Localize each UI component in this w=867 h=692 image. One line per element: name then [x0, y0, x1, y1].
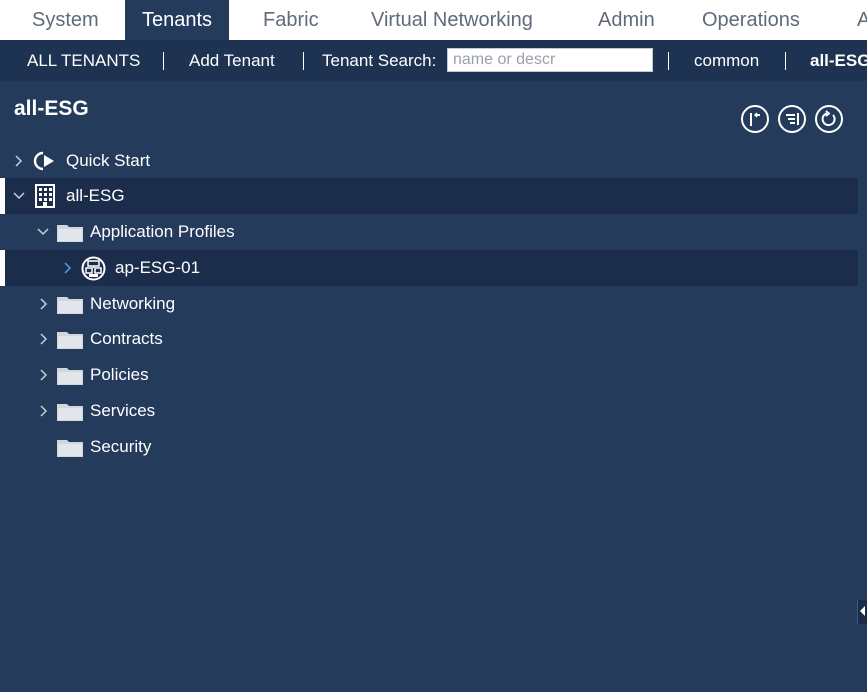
tab-operations[interactable]: Operations [702, 0, 800, 40]
tree-item-contracts[interactable]: Contracts [0, 321, 858, 357]
chevron-right-icon[interactable] [13, 155, 25, 167]
tenant-subnav: ALL TENANTS Add Tenant Tenant Search: co… [0, 40, 867, 81]
chevron-down-icon[interactable] [37, 226, 49, 238]
building-icon [35, 184, 55, 208]
all-tenants-link[interactable]: ALL TENANTS [27, 40, 140, 81]
tree-item-label: Services [90, 401, 156, 420]
tree-item-label: Quick Start [66, 151, 151, 170]
quick-start-icon [33, 151, 54, 171]
tab-virtual-networking[interactable]: Virtual Networking [371, 0, 533, 40]
tab-system[interactable]: System [32, 0, 99, 40]
tab-admin[interactable]: Admin [598, 0, 655, 40]
tree-item-application-profiles[interactable]: Application Profiles [0, 214, 858, 250]
folder-icon [57, 332, 83, 349]
tenant-search-label: Tenant Search: [322, 51, 437, 70]
tree-item-label: Networking [90, 294, 176, 313]
top-nav: System Tenants Fabric Virtual Networking… [0, 0, 867, 41]
tree-item-networking[interactable]: Networking [0, 286, 858, 322]
tree-item-quick-start[interactable]: Quick Start [0, 143, 858, 179]
chevron-right-icon[interactable] [38, 369, 50, 381]
tab-tenants[interactable]: Tenants [125, 0, 230, 40]
refresh-icon [821, 110, 836, 127]
tab-fabric[interactable]: Fabric [263, 0, 319, 40]
collapse-all-button[interactable] [741, 105, 769, 133]
chevron-left-icon [860, 606, 865, 616]
recent-tenant-all-esg[interactable]: all-ESG [810, 40, 867, 81]
folder-icon [57, 440, 83, 457]
collapse-icon [750, 112, 760, 126]
chevron-right-icon[interactable] [62, 262, 74, 274]
refresh-button[interactable] [815, 105, 843, 133]
application-profile-icon [81, 256, 106, 281]
divider [303, 52, 304, 70]
folder-icon [57, 368, 83, 385]
tree-item-label: Application Profiles [90, 222, 235, 241]
chevron-down-icon[interactable] [13, 190, 25, 202]
filter-list-button[interactable] [778, 105, 806, 133]
tree-item-tenant[interactable]: all-ESG [0, 178, 858, 214]
chevron-right-icon[interactable] [38, 333, 50, 345]
folder-icon [57, 404, 83, 421]
divider [785, 52, 786, 70]
chevron-right-icon[interactable] [38, 405, 50, 417]
tree-item-services[interactable]: Services [0, 393, 858, 429]
tab-apps[interactable]: A [857, 0, 867, 40]
divider [163, 52, 164, 70]
tree-item-label: ap-ESG-01 [115, 258, 201, 277]
panel-resize-handle[interactable] [857, 600, 867, 624]
tenant-search-input[interactable] [447, 48, 653, 72]
chevron-right-icon[interactable] [38, 298, 50, 310]
tree-item-label: Policies [90, 365, 149, 384]
folder-icon [57, 297, 83, 314]
filter-list-icon [786, 113, 799, 125]
recent-tenant-common[interactable]: common [694, 40, 759, 81]
tree-item-label: all-ESG [66, 186, 125, 205]
divider [668, 52, 669, 70]
add-tenant-link[interactable]: Add Tenant [189, 40, 275, 81]
tree-item-label: Security [90, 437, 152, 456]
tree-item-label: Contracts [90, 329, 163, 348]
tree-item-ap-esg-01[interactable]: ap-ESG-01 [0, 250, 858, 286]
tree-item-security[interactable]: Security [0, 429, 858, 465]
tree-item-policies[interactable]: Policies [0, 357, 858, 393]
panel-title: all-ESG [14, 97, 89, 120]
folder-icon [57, 225, 83, 242]
